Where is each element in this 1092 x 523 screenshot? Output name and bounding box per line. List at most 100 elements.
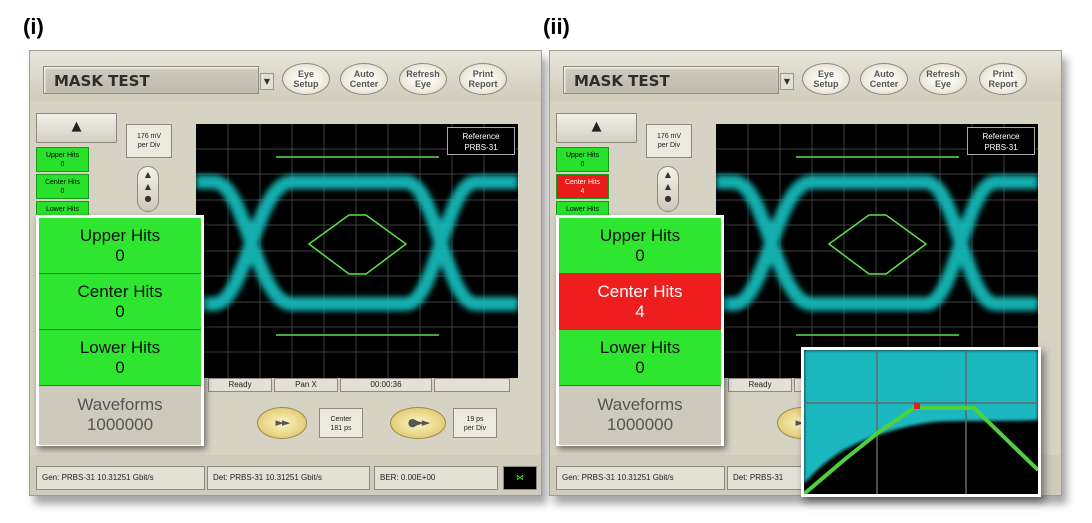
eye-diagram-svg: [716, 124, 1038, 378]
mode-dropdown-arrow[interactable]: ▼: [260, 73, 274, 90]
lower-hits-label: Lower Hits: [565, 206, 600, 213]
detector-status: Det: PRBS-31 10.31251 Gbit/s: [207, 466, 370, 490]
upper-hits-zoom-label: Upper Hits: [599, 226, 681, 245]
upper-hits-value: 0: [580, 161, 585, 168]
lower-hits-zoom: Lower Hits 0: [559, 330, 721, 386]
center-hits-value: 4: [580, 188, 585, 195]
upper-hits-indicator: Upper Hits 0: [36, 147, 89, 172]
auto-center-button[interactable]: Auto Center: [340, 63, 388, 95]
fast-forward-icon: ►►: [275, 416, 291, 429]
generator-status: Gen: PRBS-31 10.31251 Gbit/s: [36, 466, 205, 490]
horizontal-scale-box[interactable]: 19 ps per Div: [453, 408, 497, 438]
lower-hits-zoom-label: Lower Hits: [599, 338, 681, 357]
center-hits-indicator: Center Hits 0: [36, 174, 89, 199]
center-time-label: Center: [330, 416, 352, 423]
hits-zoom-callout-ii: Upper Hits 0 Center Hits 4 Lower Hits 0 Wav…: [556, 215, 724, 446]
status-ready: Ready: [208, 378, 272, 392]
auto-center-label-2: Center: [349, 79, 379, 89]
vertical-scale-value: 176 mV: [656, 133, 682, 140]
center-hits-label: Center Hits: [564, 179, 600, 186]
reference-pattern: PRBS-31: [984, 143, 1018, 152]
vertical-position-control[interactable]: ▲ ▲ ●: [137, 166, 159, 212]
refresh-eye-label-2: Eye: [934, 79, 951, 89]
figure-label-i: (i): [23, 14, 44, 39]
generator-status: Gen: PRBS-31 10.31251 Gbit/s: [556, 466, 725, 490]
refresh-eye-button[interactable]: Refresh Eye: [919, 63, 967, 95]
hits-zoom-callout-i: Upper Hits 0 Center Hits 0 Lower Hits 0 Wav…: [36, 215, 204, 446]
detector-status: Det: PRBS-31: [727, 466, 807, 490]
status-ready: Ready: [728, 378, 792, 392]
upper-hits-label: Upper Hits: [45, 152, 80, 159]
upper-hits-value: 0: [60, 161, 65, 168]
horizontal-scale-unit: per Div: [463, 425, 487, 432]
up-arrow-icon: ▲: [591, 119, 602, 134]
up-arrows-icon: ▲ ▲ ●: [664, 170, 672, 203]
lower-hits-zoom-value: 0: [635, 358, 645, 377]
ber-status: BER: 0.00E+00: [374, 466, 498, 490]
scroll-up-button[interactable]: ▲: [556, 113, 637, 143]
mode-dropdown-arrow[interactable]: ▼: [780, 73, 794, 90]
lower-hits-indicator: Lower Hits: [556, 201, 609, 216]
vertical-scale-unit: per Div: [657, 142, 681, 149]
reference-pattern: PRBS-31: [464, 143, 498, 152]
print-report-label-1: Print: [472, 69, 494, 79]
eye-thumbnail-icon[interactable]: ⋈: [503, 466, 537, 490]
print-report-button[interactable]: Print Report: [459, 63, 507, 95]
refresh-eye-button[interactable]: Refresh Eye: [399, 63, 447, 95]
upper-hits-zoom: Upper Hits 0: [559, 218, 721, 274]
upper-hits-zoom: Upper Hits 0: [39, 218, 201, 274]
mode-title[interactable]: MASK TEST: [43, 66, 259, 94]
vertical-scale-unit: per Div: [137, 142, 161, 149]
fast-forward-button[interactable]: ►►: [257, 407, 307, 439]
vertical-scale-value: 176 mV: [136, 133, 162, 140]
eye-diagram-display[interactable]: Reference PRBS-31: [196, 124, 518, 378]
upper-hits-zoom-label: Upper Hits: [79, 226, 161, 245]
center-hits-zoom-value: 0: [115, 302, 125, 321]
step-forward-button[interactable]: ●►►: [390, 407, 446, 439]
print-report-label-1: Print: [992, 69, 1014, 79]
print-report-label-2: Report: [468, 79, 498, 89]
eye-diagram-svg: [196, 124, 518, 378]
vertical-position-control[interactable]: ▲ ▲ ●: [657, 166, 679, 212]
figure-label-ii: (ii): [543, 14, 570, 39]
eye-setup-label-1: Eye: [817, 69, 834, 79]
center-time-box[interactable]: Center 181 ps: [319, 408, 363, 438]
lower-hits-zoom-value: 0: [115, 358, 125, 377]
up-arrows-icon: ▲ ▲ ●: [144, 170, 152, 203]
waveforms-zoom: Waveforms 1000000: [559, 386, 721, 445]
mask-violation-svg: [804, 350, 1038, 494]
lower-hits-indicator: Lower Hits: [36, 201, 89, 216]
auto-center-button[interactable]: Auto Center: [860, 63, 908, 95]
eye-diagram-display[interactable]: Reference PRBS-31: [716, 124, 1038, 378]
eye-setup-button[interactable]: Eye Setup: [282, 63, 330, 95]
upper-hits-zoom-value: 0: [635, 246, 645, 265]
status-elapsed-time: 00:00:36: [340, 378, 432, 392]
auto-center-label-1: Auto: [353, 69, 375, 79]
scroll-up-button[interactable]: ▲: [36, 113, 117, 143]
upper-hits-zoom-value: 0: [115, 246, 125, 265]
center-hits-zoom: Center Hits 0: [39, 274, 201, 330]
center-hits-zoom-label: Center Hits: [77, 282, 163, 301]
eye-setup-label-2: Setup: [813, 79, 839, 89]
horizontal-scale-value: 19 ps: [466, 416, 484, 423]
mask-violation-zoom-inset: [801, 347, 1041, 497]
eye-setup-button[interactable]: Eye Setup: [802, 63, 850, 95]
vertical-scale-box[interactable]: 176 mV per Div: [126, 124, 172, 158]
center-hits-indicator: Center Hits 4: [556, 174, 609, 199]
lower-hits-zoom-label: Lower Hits: [79, 338, 161, 357]
center-hits-label: Center Hits: [44, 179, 80, 186]
reference-title: Reference: [982, 132, 1020, 141]
refresh-eye-label-2: Eye: [414, 79, 431, 89]
center-hits-zoom-label: Center Hits: [597, 282, 683, 301]
waveforms-value: 1000000: [86, 415, 154, 434]
print-report-button[interactable]: Print Report: [979, 63, 1027, 95]
center-time-value: 181 ps: [330, 425, 352, 432]
vertical-scale-box[interactable]: 176 mV per Div: [646, 124, 692, 158]
up-arrow-icon: ▲: [71, 119, 82, 134]
upper-hits-label: Upper Hits: [565, 152, 600, 159]
mode-title[interactable]: MASK TEST: [563, 66, 779, 94]
auto-center-label-2: Center: [869, 79, 899, 89]
refresh-eye-label-1: Refresh: [926, 69, 960, 79]
refresh-eye-label-1: Refresh: [406, 69, 440, 79]
reference-pattern-label: Reference PRBS-31: [447, 127, 515, 155]
